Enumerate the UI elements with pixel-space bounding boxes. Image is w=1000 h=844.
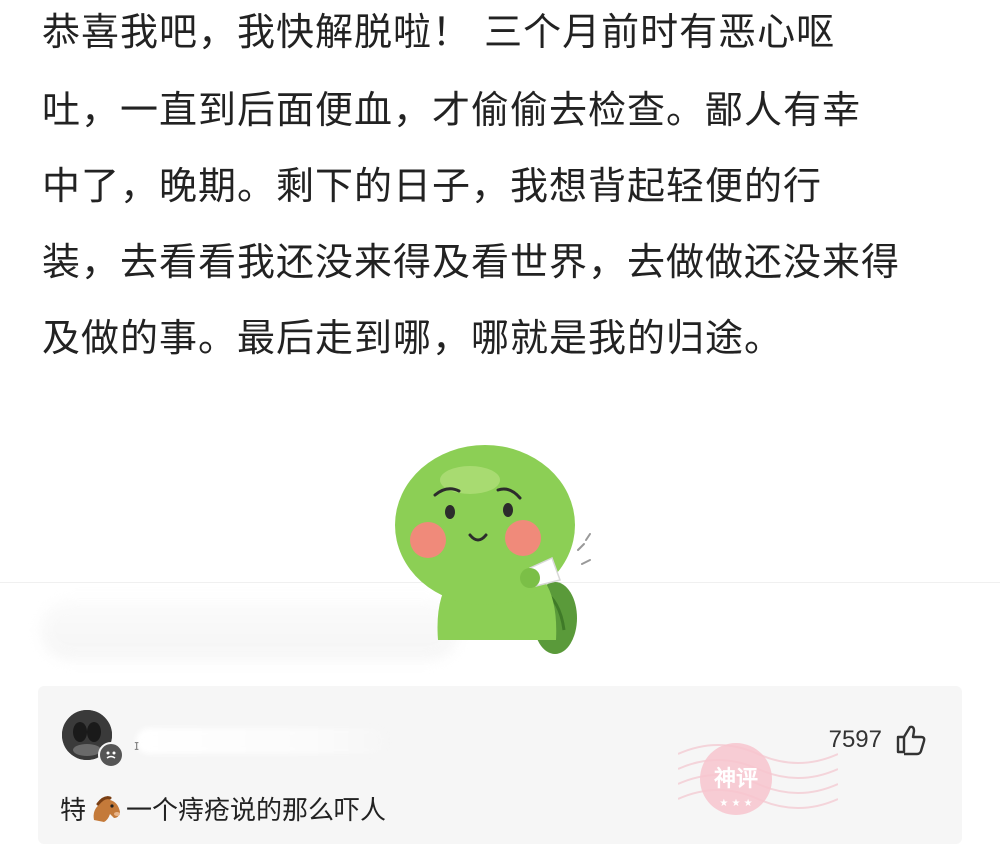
comment-text-before: 特 bbox=[60, 796, 87, 826]
svg-text:★ ★ ★: ★ ★ ★ bbox=[719, 798, 752, 809]
comment-card: ɪ 神评 ★ ★ ★ 7597 特 一个痔疮说的那么吓人 bbox=[38, 686, 962, 844]
comment-text-after: 一个痔疮说的那么吓人 bbox=[126, 796, 387, 826]
thumbs-up-icon[interactable] bbox=[894, 722, 928, 756]
post-line: 中了，晚期。剩下的日子，我想背起轻便的行 bbox=[42, 164, 823, 208]
turtle-sticker-icon bbox=[395, 445, 591, 654]
post-line: 装，去看看我还没来得及看世界，去做做还没来得 bbox=[42, 240, 901, 284]
post-line: 及做的事。最后走到哪，哪就是我的归途。 bbox=[42, 316, 784, 360]
post-line: 恭喜我吧，我快解脱啦！ 三个月前时有恶心呕 bbox=[42, 10, 836, 54]
hot-comment-stamp-icon: 神评 ★ ★ ★ bbox=[678, 743, 838, 815]
horse-emoji-icon bbox=[93, 795, 121, 822]
username[interactable]: ɪ bbox=[134, 738, 139, 754]
comment-text: 特 一个痔疮说的那么吓人 bbox=[60, 790, 386, 827]
post-line: 吐，一直到后面便血，才偷偷去检查。鄙人有幸 bbox=[42, 88, 862, 132]
post-text: 恭喜我吧，我快解脱啦！ 三个月前时有恶心呕 吐，一直到后面便血，才偷偷去检查。鄙… bbox=[42, 0, 972, 374]
username-blurred bbox=[136, 728, 386, 754]
avatar-badge-icon bbox=[98, 742, 124, 768]
like-count: 7597 bbox=[828, 726, 882, 753]
stamp-text: 神评 bbox=[714, 766, 758, 792]
